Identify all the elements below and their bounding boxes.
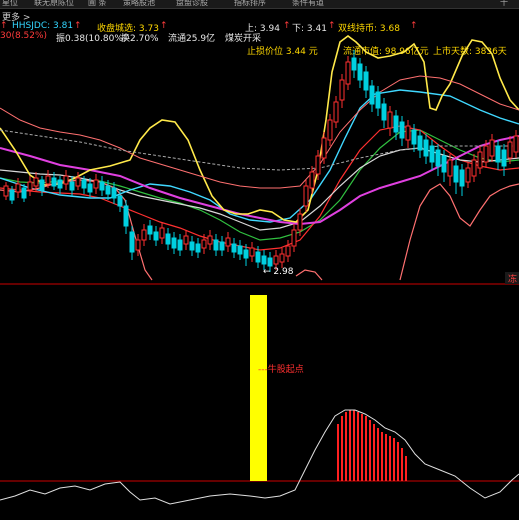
candle-body	[183, 235, 189, 245]
candle-body	[483, 145, 489, 163]
candle-body	[327, 119, 333, 141]
dashed-ma-line	[0, 129, 519, 171]
candle-body	[345, 61, 351, 85]
candle-body	[9, 189, 15, 201]
candle-body	[501, 149, 507, 167]
candle-body	[477, 151, 483, 169]
candle-body	[213, 239, 219, 251]
candle-body	[255, 251, 261, 263]
candle-body	[27, 181, 33, 191]
candle-body	[393, 115, 399, 133]
moving-average-lines	[0, 35, 519, 281]
candle-body	[75, 177, 81, 187]
candle-body	[111, 187, 117, 199]
candle-body	[129, 231, 135, 253]
upper-band-line	[0, 75, 519, 189]
candle-body	[363, 71, 369, 91]
candle-body	[135, 239, 141, 251]
candle-body	[159, 227, 165, 239]
candle-body	[297, 213, 303, 231]
candle-body	[195, 243, 201, 253]
candle-body	[21, 187, 27, 199]
candle-body	[273, 255, 279, 265]
candle-body	[321, 137, 327, 159]
candle-body	[15, 183, 21, 193]
candle-body	[123, 205, 129, 227]
candle-body	[411, 129, 417, 145]
candle-body	[237, 245, 243, 255]
candle-body	[495, 145, 501, 163]
candle-body	[513, 135, 519, 153]
candle-body	[465, 167, 471, 183]
candle-body	[387, 111, 393, 129]
signal-bar	[250, 295, 267, 481]
candle-body	[189, 241, 195, 251]
candle-body	[291, 229, 297, 247]
candle-body	[261, 255, 267, 265]
candle-body	[417, 135, 423, 151]
candle-body	[63, 175, 69, 185]
candle-body	[279, 253, 285, 263]
candle-body	[81, 179, 87, 189]
candle-body	[369, 85, 375, 105]
candle-body	[141, 229, 147, 241]
candle-body	[507, 141, 513, 159]
candle-body	[303, 185, 309, 207]
candle-body	[435, 149, 441, 167]
candle-body	[357, 63, 363, 81]
candle-body	[219, 241, 225, 251]
candle-body	[285, 245, 291, 257]
candle-body	[231, 243, 237, 253]
candle-body	[441, 155, 447, 173]
candle-body	[267, 257, 273, 267]
candle-body	[399, 121, 405, 139]
candle-body	[93, 179, 99, 189]
candle-body	[381, 103, 387, 121]
candle-body	[423, 139, 429, 157]
pink-band-line	[399, 183, 519, 281]
candle-body	[165, 233, 171, 245]
candle-body	[87, 183, 93, 193]
candle-body	[201, 239, 207, 249]
candle-body	[405, 125, 411, 141]
candle-body	[339, 79, 345, 101]
candle-body	[309, 171, 315, 189]
candle-body	[171, 237, 177, 249]
cyan-line	[0, 89, 519, 223]
candle-body	[57, 179, 63, 189]
candle-body	[207, 235, 213, 245]
signal-label: ---牛股起点	[258, 363, 304, 375]
candle-body	[351, 57, 357, 71]
candle-body	[117, 195, 123, 207]
candle-body	[249, 247, 255, 257]
candle-body	[225, 237, 231, 247]
candle-body	[39, 179, 45, 191]
candle-body	[333, 101, 339, 123]
price-chart[interactable]: ← 2.98 冻 ---牛股起点	[0, 0, 519, 520]
candle-body	[459, 169, 465, 187]
candle-body	[315, 155, 321, 175]
pink-band-line	[295, 269, 323, 281]
candle-body	[243, 249, 249, 259]
candlestick-series	[3, 50, 519, 272]
candle-body	[453, 165, 459, 183]
candle-body	[447, 159, 453, 177]
red-histogram	[337, 410, 407, 481]
low-price-label: ← 2.98	[263, 267, 294, 277]
badge-label: 冻	[508, 273, 517, 285]
candle-body	[69, 181, 75, 191]
candle-body	[429, 145, 435, 163]
candle-body	[45, 175, 51, 185]
candle-body	[51, 177, 57, 187]
candle-body	[375, 91, 381, 109]
candle-body	[177, 239, 183, 251]
candle-body	[489, 139, 495, 157]
candle-body	[3, 185, 9, 197]
candle-body	[153, 231, 159, 241]
candle-body	[147, 225, 153, 235]
candle-body	[33, 177, 39, 187]
candle-body	[105, 185, 111, 195]
candle-body	[471, 159, 477, 177]
candle-body	[99, 181, 105, 191]
